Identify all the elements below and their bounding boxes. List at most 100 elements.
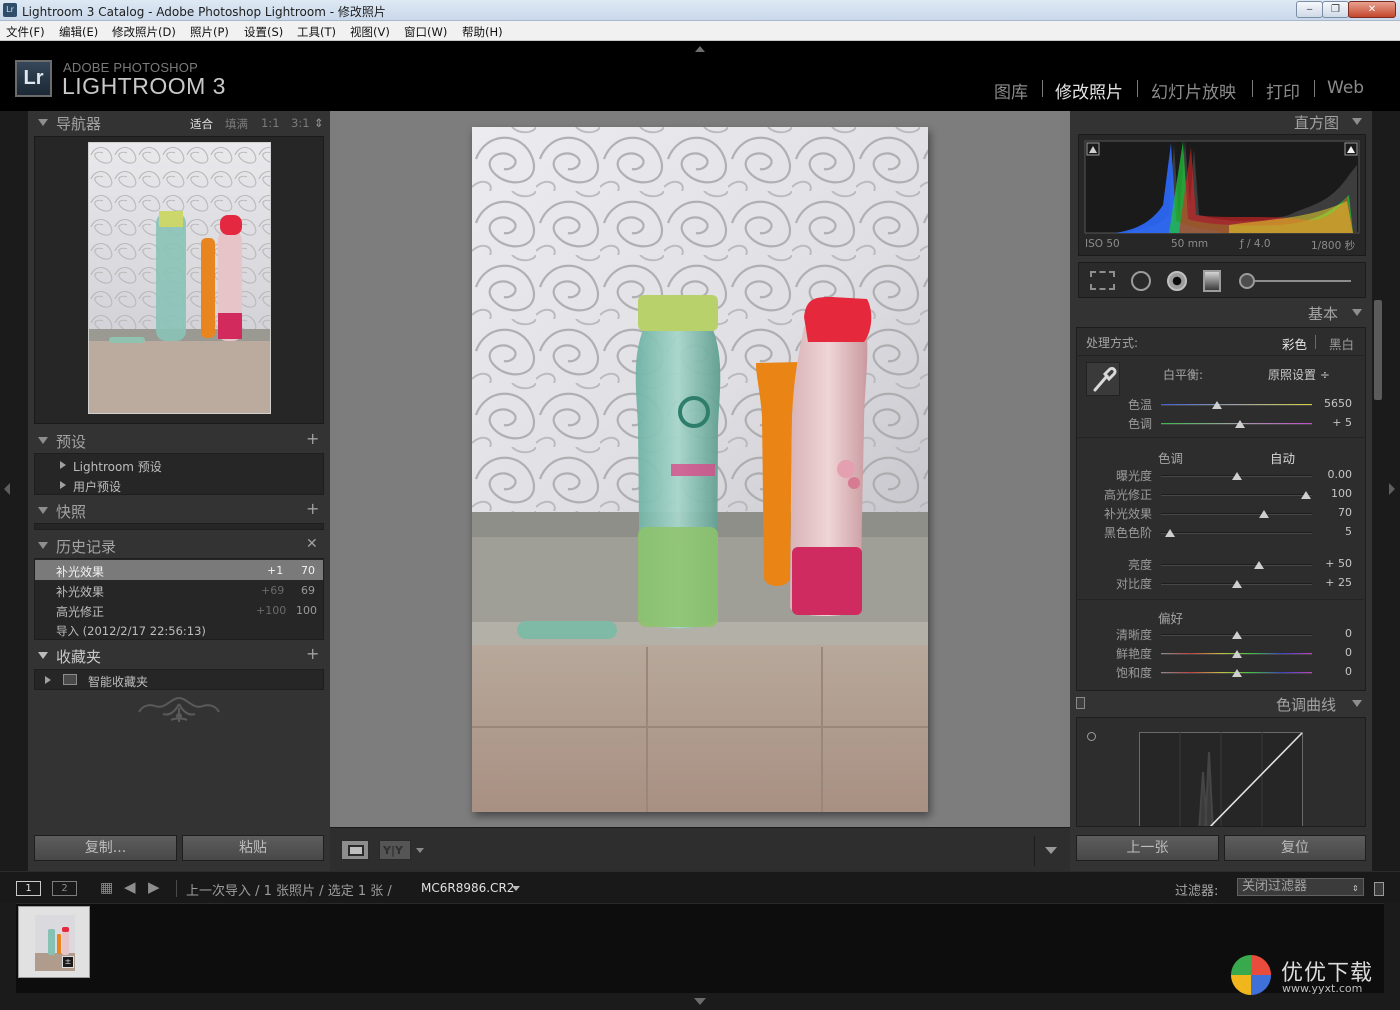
slider-knob-saturation[interactable]: [1231, 669, 1242, 677]
menu-tools[interactable]: 工具(T): [297, 24, 336, 40]
slider-knob-exposure[interactable]: [1231, 472, 1242, 480]
slider-value-exposure[interactable]: 0.00: [1312, 468, 1353, 481]
maximize-button[interactable]: ❐: [1322, 1, 1349, 18]
before-after-icon[interactable]: Y|Y: [379, 840, 411, 860]
slider-knob-fill[interactable]: [1258, 510, 1269, 518]
zoom-1-1[interactable]: 1:1: [261, 116, 280, 130]
collection-folder[interactable]: 智能收藏夹: [35, 670, 323, 690]
module-library[interactable]: 图库: [994, 78, 1028, 103]
slider-track-recovery[interactable]: [1161, 494, 1312, 496]
slider-knob-temp[interactable]: [1211, 401, 1222, 409]
collapse-filmstrip-icon[interactable]: [694, 998, 706, 1005]
slider-knob-blacks[interactable]: [1165, 529, 1176, 537]
tone-curve-header[interactable]: 色调曲线: [1070, 693, 1372, 715]
adjustment-brush-slider[interactable]: [1255, 280, 1351, 282]
window-2-button[interactable]: 2: [52, 881, 77, 896]
menu-file[interactable]: 文件(F): [6, 24, 45, 40]
slider-knob-vibrance[interactable]: [1231, 650, 1242, 658]
filter-lock-switch-icon[interactable]: [1374, 882, 1384, 896]
collapse-right-panel-icon[interactable]: [1389, 483, 1395, 495]
slider-knob-clarity[interactable]: [1231, 631, 1242, 639]
zoom-fill[interactable]: 填满: [225, 116, 248, 132]
menu-edit[interactable]: 编辑(E): [59, 24, 98, 40]
navigator-preview-image[interactable]: [88, 142, 271, 414]
preset-folder[interactable]: 用户预设: [35, 475, 323, 495]
main-photo[interactable]: [472, 127, 928, 812]
add-preset-icon[interactable]: +: [306, 429, 319, 448]
slider-value-temp[interactable]: 5650: [1312, 397, 1352, 410]
slider-value-brightness[interactable]: + 50: [1312, 557, 1352, 570]
grid-view-icon[interactable]: ▦: [100, 880, 113, 896]
targeted-adjustment-icon[interactable]: [1087, 732, 1096, 741]
tone-curve-graph[interactable]: [1139, 732, 1303, 827]
add-snapshot-icon[interactable]: +: [306, 499, 319, 518]
add-collection-icon[interactable]: +: [306, 644, 319, 663]
menu-window[interactable]: 窗口(W): [404, 24, 447, 40]
close-button[interactable]: ✕: [1348, 1, 1396, 18]
toolbar-menu-icon[interactable]: [1045, 847, 1057, 854]
tone-auto-button[interactable]: 自动: [1270, 448, 1295, 467]
slider-knob-tint[interactable]: [1234, 420, 1245, 428]
slider-value-recovery[interactable]: 100: [1312, 487, 1352, 500]
history-item[interactable]: 导入 (2012/2/17 22:56:13): [35, 620, 323, 640]
history-item[interactable]: 补光效果 +1 70: [35, 560, 323, 580]
slider-value-blacks[interactable]: 5: [1312, 525, 1352, 538]
adjustment-brush-icon[interactable]: [1239, 273, 1255, 289]
slider-value-fill[interactable]: 70: [1312, 506, 1352, 519]
loupe-view-icon[interactable]: [341, 840, 369, 860]
back-arrow-icon[interactable]: ◀: [124, 878, 136, 896]
spot-removal-tool-icon[interactable]: [1131, 271, 1151, 291]
clear-history-icon[interactable]: ✕: [306, 536, 318, 552]
window-1-button[interactable]: 1: [16, 881, 41, 896]
slider-track-blacks[interactable]: [1161, 532, 1312, 534]
slider-knob-contrast[interactable]: [1231, 580, 1242, 588]
preset-folder[interactable]: Lightroom 预设: [35, 455, 323, 475]
treatment-color-option[interactable]: 彩色: [1282, 334, 1307, 353]
slider-value-saturation[interactable]: 0: [1312, 665, 1352, 678]
slider-track-temp[interactable]: [1161, 404, 1312, 406]
menu-help[interactable]: 帮助(H): [462, 24, 503, 40]
slider-track-fill[interactable]: [1161, 513, 1312, 515]
menu-settings[interactable]: 设置(S): [244, 24, 283, 40]
slider-value-tint[interactable]: + 5: [1312, 416, 1352, 429]
menu-view[interactable]: 视图(V): [350, 24, 390, 40]
before-after-dropdown-icon[interactable]: [416, 848, 424, 853]
module-print[interactable]: 打印: [1266, 78, 1300, 103]
panel-toggle-switch-icon[interactable]: [1076, 697, 1085, 709]
current-filename[interactable]: MC6R8986.CR2: [421, 881, 514, 895]
right-panel-scrollbar[interactable]: [1374, 300, 1382, 400]
paste-settings-button[interactable]: 粘贴: [182, 835, 324, 861]
history-item[interactable]: 高光修正 +100 100: [35, 600, 323, 620]
histogram-panel[interactable]: ISO 50 50 mm ƒ / 4.0 1/800 秒: [1078, 134, 1366, 256]
filmstrip[interactable]: [16, 903, 1384, 993]
slider-track-brightness[interactable]: [1161, 564, 1312, 566]
navigator-header[interactable]: 导航器 适合 填满 1:1 3:1 ⇕: [28, 111, 330, 133]
source-path[interactable]: 上一次导入 / 1 张照片 / 选定 1 张 /: [186, 880, 392, 899]
forward-arrow-icon[interactable]: ▶: [148, 878, 160, 896]
filter-select[interactable]: 关闭过滤器: [1237, 878, 1364, 896]
menu-develop[interactable]: 修改照片(D): [112, 24, 176, 40]
presets-header[interactable]: 预设 +: [28, 429, 330, 451]
collections-header[interactable]: 收藏夹 +: [28, 644, 330, 666]
filter-stepper-icon[interactable]: ⇕: [1352, 884, 1359, 893]
graduated-filter-icon[interactable]: [1203, 270, 1221, 292]
zoom-stepper-icon[interactable]: ⇕: [314, 116, 324, 130]
history-item[interactable]: 补光效果 +69 69: [35, 580, 323, 600]
reset-button[interactable]: 复位: [1224, 835, 1366, 861]
filename-dropdown-icon[interactable]: [512, 886, 520, 891]
collapse-top-panel-icon[interactable]: [695, 46, 705, 52]
red-eye-tool-icon[interactable]: [1167, 271, 1187, 291]
previous-photo-button[interactable]: 上一张: [1076, 835, 1219, 861]
crop-tool-icon[interactable]: [1090, 271, 1115, 290]
copy-settings-button[interactable]: 复制...: [34, 835, 177, 861]
slider-knob-recovery[interactable]: [1300, 491, 1311, 499]
slider-value-clarity[interactable]: 0: [1312, 627, 1352, 640]
module-slideshow[interactable]: 幻灯片放映: [1151, 78, 1236, 103]
white-balance-eyedropper-icon[interactable]: [1086, 362, 1120, 396]
collapse-left-panel-icon[interactable]: [4, 483, 10, 495]
zoom-3-1[interactable]: 3:1: [291, 116, 310, 130]
module-develop[interactable]: 修改照片: [1055, 78, 1123, 103]
filmstrip-thumbnail[interactable]: ±: [18, 906, 90, 978]
treatment-bw-option[interactable]: 黑白: [1329, 334, 1354, 353]
basic-header[interactable]: 基本: [1070, 302, 1372, 324]
